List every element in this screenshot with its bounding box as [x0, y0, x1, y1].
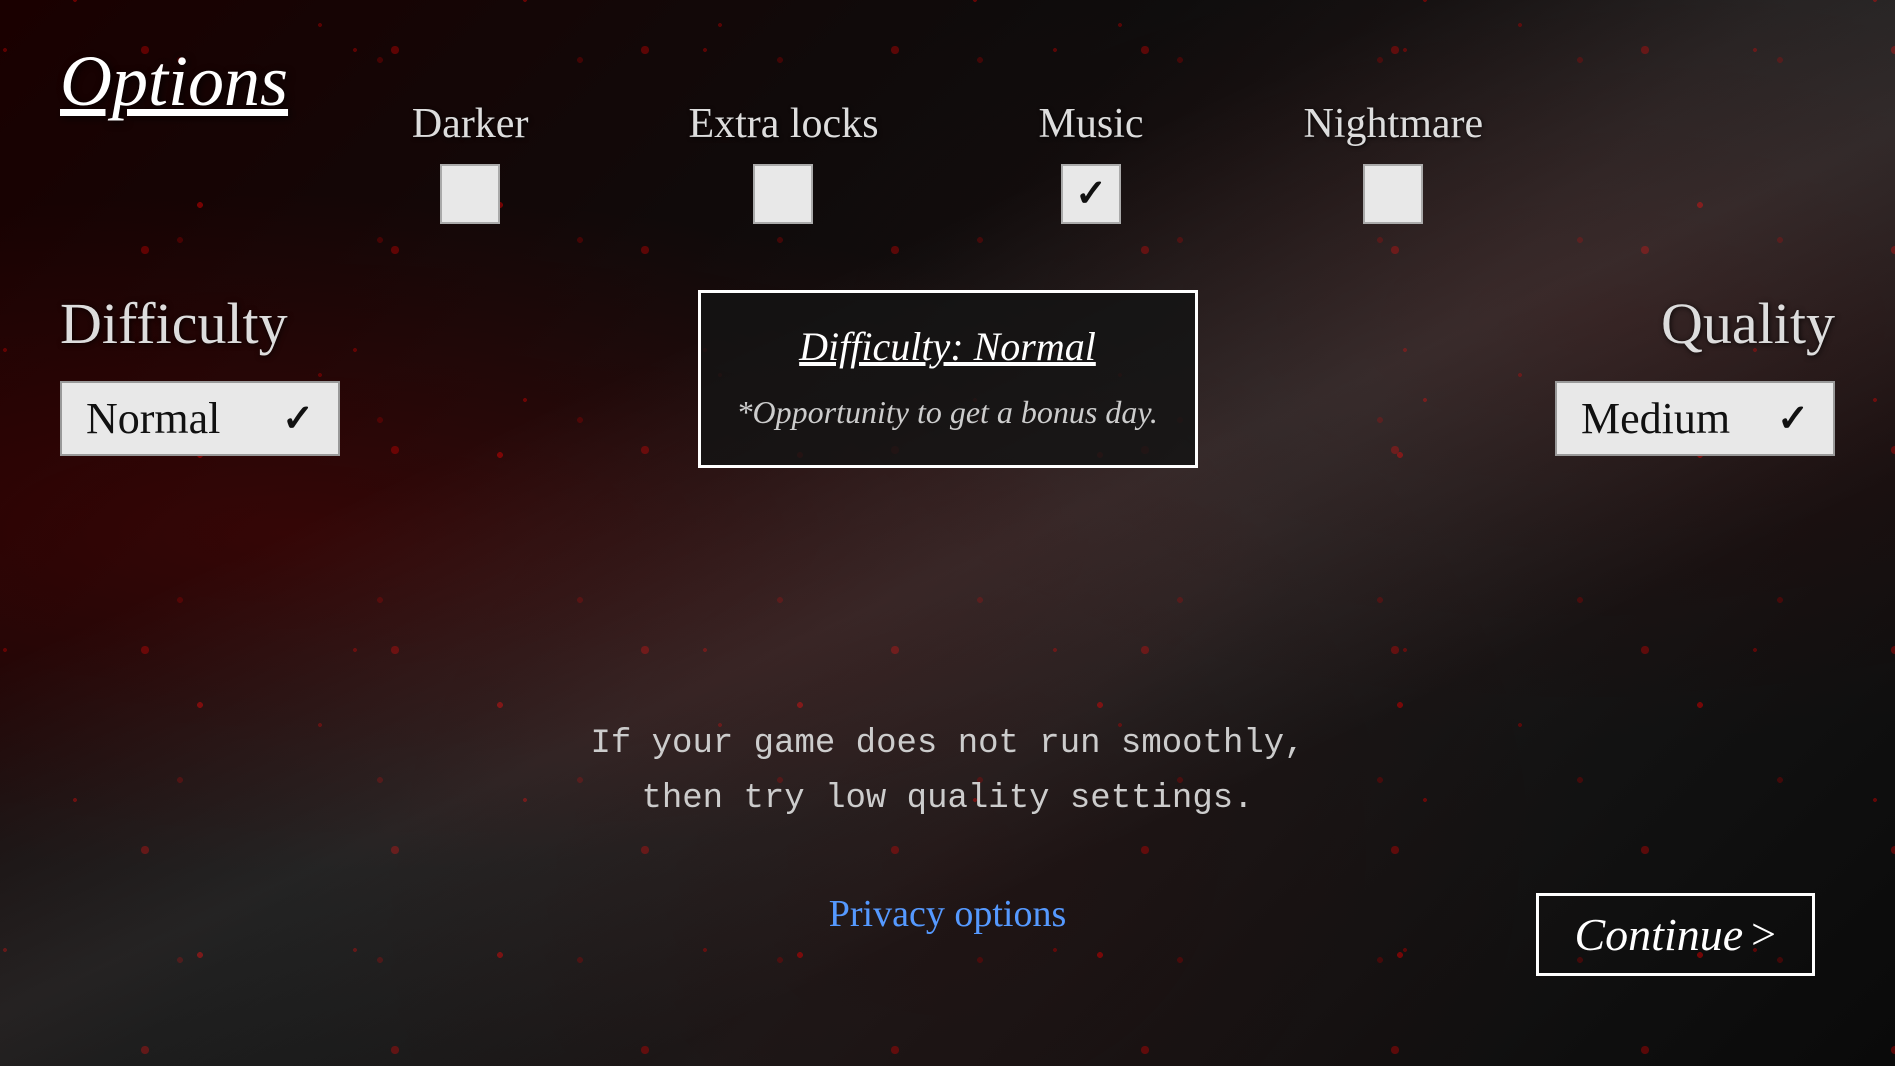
continue-button[interactable]: Continue > [1536, 893, 1816, 976]
info-box-title: Difficulty: Normal [737, 323, 1159, 370]
nightmare-option: Nightmare [1304, 100, 1484, 224]
continue-arrow-icon: > [1751, 909, 1776, 960]
quality-chevron-icon: ✓ [1777, 396, 1809, 441]
difficulty-label: Difficulty [60, 290, 288, 357]
extra-locks-option: Extra locks [688, 100, 878, 224]
music-option: Music [1039, 100, 1144, 224]
difficulty-dropdown[interactable]: Normal ✓ [60, 381, 340, 456]
quality-hint: If your game does not run smoothly, then… [590, 717, 1304, 826]
difficulty-section: Difficulty Normal ✓ [60, 290, 340, 456]
hint-line2: then try low quality settings. [641, 780, 1253, 818]
info-box-description: *Opportunity to get a bonus day. [737, 390, 1159, 435]
difficulty-info-box: Difficulty: Normal *Opportunity to get a… [698, 290, 1198, 468]
music-label: Music [1039, 100, 1144, 148]
privacy-options-link[interactable]: Privacy options [829, 892, 1066, 936]
nightmare-checkbox[interactable] [1363, 164, 1423, 224]
darker-label: Darker [412, 100, 529, 148]
music-checkbox[interactable] [1061, 164, 1121, 224]
difficulty-value: Normal [86, 393, 220, 444]
quality-section: Quality Medium ✓ [1555, 290, 1835, 456]
quality-dropdown[interactable]: Medium ✓ [1555, 381, 1835, 456]
extra-locks-checkbox[interactable] [753, 164, 813, 224]
quality-label: Quality [1661, 290, 1835, 357]
extra-locks-label: Extra locks [688, 100, 878, 148]
darker-option: Darker [412, 100, 529, 224]
hint-line1: If your game does not run smoothly, [590, 725, 1304, 763]
nightmare-label: Nightmare [1304, 100, 1484, 148]
checkboxes-row: Darker Extra locks Music Nightmare [0, 100, 1895, 224]
quality-value: Medium [1581, 393, 1730, 444]
continue-label: Continue [1575, 908, 1744, 961]
difficulty-chevron-icon: ✓ [282, 396, 314, 441]
darker-checkbox[interactable] [440, 164, 500, 224]
options-page: Options Darker Extra locks Music Nightma… [0, 0, 1895, 1066]
